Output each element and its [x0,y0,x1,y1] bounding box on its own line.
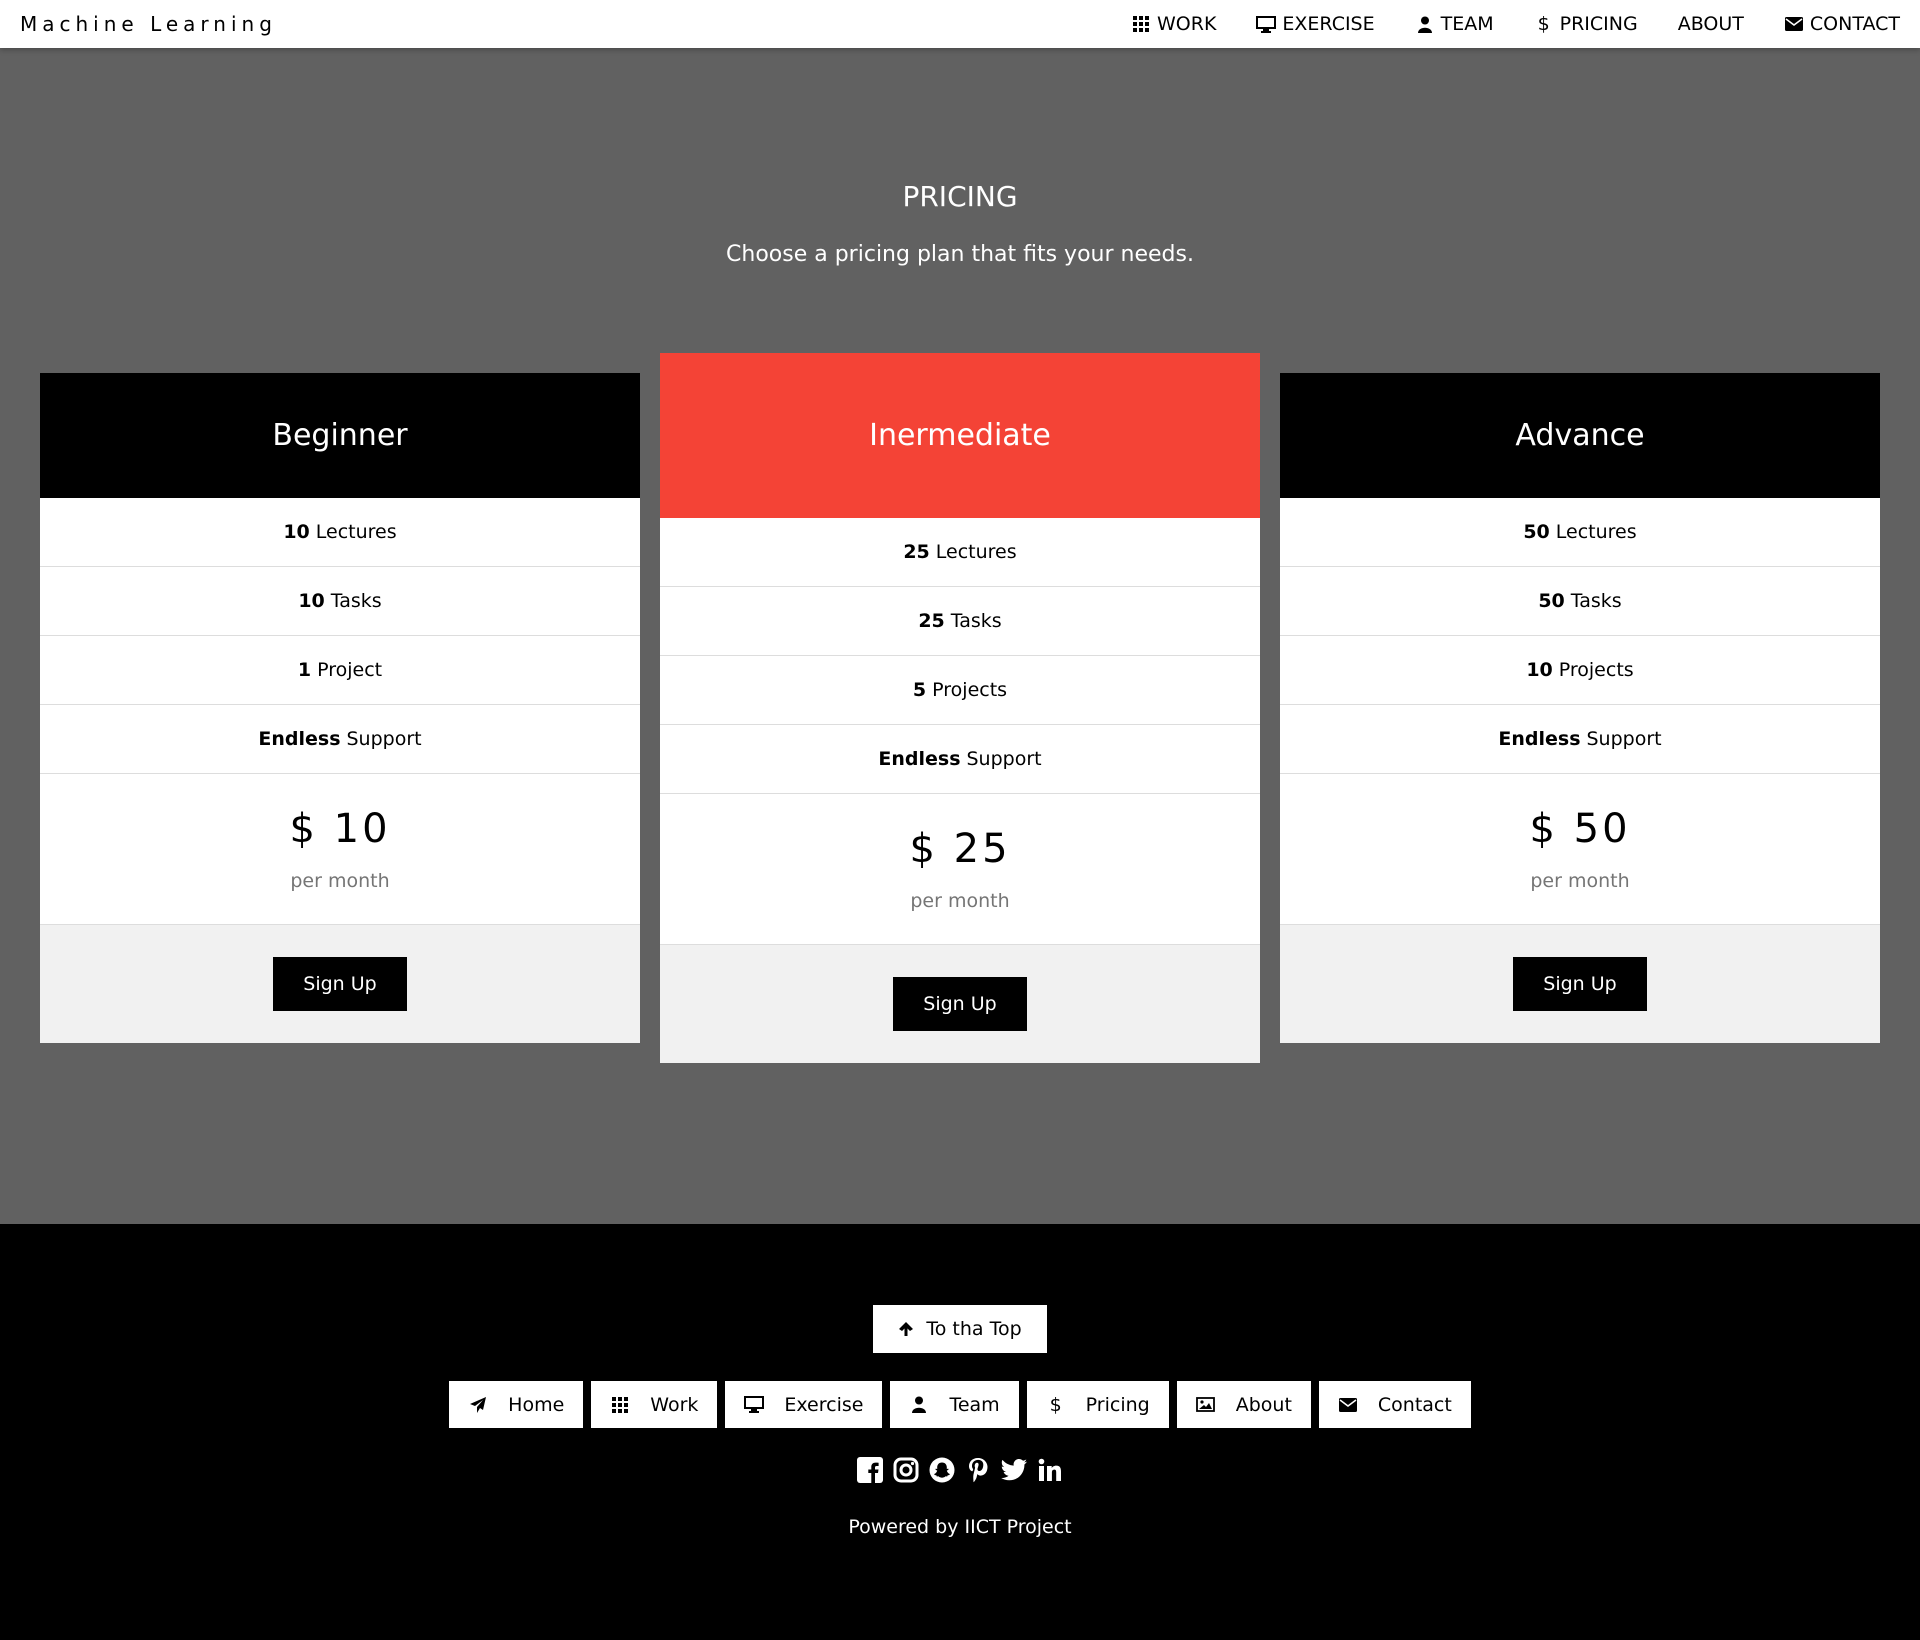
twitter-icon[interactable] [1000,1456,1028,1483]
plan-footer: Sign Up [1280,925,1880,1043]
powered-by: Powered by IICT Project [848,1516,1072,1538]
footer-work-label: Work [650,1393,699,1416]
nav-exercise[interactable]: EXERCISE [1256,13,1375,35]
pricing-title: PRICING [902,180,1018,213]
plan-price-box: $ 25 per month [660,794,1260,945]
footer-home-label: Home [508,1393,565,1416]
plan-name: Beginner [40,373,640,498]
arrow-up-icon [898,1321,914,1337]
pricing-subtitle: Choose a pricing plan that fits your nee… [726,242,1194,267]
facebook-icon[interactable] [857,1456,884,1483]
plan-feature: 50 Lectures [1280,498,1880,567]
plan-feature: 25 Tasks [660,587,1260,656]
nav-team-label: TEAM [1440,13,1494,35]
plan-feature: 10 Lectures [40,498,640,567]
nav-about[interactable]: ABOUT [1678,13,1744,35]
nav-team[interactable]: TEAM [1415,13,1494,35]
footer-team-label: Team [949,1393,1000,1416]
plan-feature: 10 Tasks [40,567,640,636]
nav-contact[interactable]: CONTACT [1784,13,1900,35]
footer-exercise-button[interactable]: Exercise [725,1381,883,1428]
plan-feature: 1 Project [40,636,640,705]
plan-period: per month [910,890,1010,912]
plan-name: Inermediate [660,353,1260,518]
footer-pricing-label: Pricing [1085,1393,1150,1416]
plan-feature: Endless Support [1280,705,1880,774]
footer-contact-label: Contact [1377,1393,1452,1416]
plan-feature: 25 Lectures [660,518,1260,587]
desktop-icon [1256,14,1277,34]
snapchat-icon[interactable] [929,1456,956,1483]
plan-feature: Endless Support [660,725,1260,794]
footer-exercise-label: Exercise [784,1393,864,1416]
footer-work-button[interactable]: Work [591,1381,718,1428]
plan-card-intermediate: Inermediate 25 Lectures 25 Tasks 5 Projects… [660,353,1260,1063]
nav-contact-label: CONTACT [1809,13,1900,35]
plan-feature: 5 Projects [660,656,1260,725]
signup-button[interactable]: Sign Up [1513,957,1647,1011]
top-navbar: Machine Learning WORK EXERCISE TEAM $ PR… [0,0,1920,48]
plan-period: per month [1530,870,1630,892]
footer-about-label: About [1235,1393,1292,1416]
paper-plane-icon [468,1395,488,1415]
user-icon [1415,14,1435,34]
plan-card-beginner: Beginner 10 Lectures 10 Tasks 1 Project End… [40,373,640,1043]
plan-price-box: $ 10 per month [40,774,640,925]
plan-period: per month [290,870,390,892]
plan-name: Advance [1280,373,1880,498]
envelope-icon [1784,14,1804,34]
envelope-icon [1338,1395,1358,1415]
plan-price: $ 25 [909,826,1011,872]
plan-footer: Sign Up [660,945,1260,1063]
desktop-icon [744,1395,765,1415]
to-top-button[interactable]: To tha Top [873,1305,1047,1353]
pinterest-icon[interactable] [965,1456,992,1483]
grid-icon [1131,14,1151,34]
footer-about-button[interactable]: About [1176,1381,1311,1428]
nav-exercise-label: EXERCISE [1282,13,1375,35]
nav-work[interactable]: WORK [1131,13,1216,35]
dollar-icon: $ [1049,1393,1062,1416]
footer-pricing-button[interactable]: $ Pricing [1026,1381,1169,1428]
plan-price: $ 10 [289,806,391,852]
plan-feature: 10 Projects [1280,636,1880,705]
to-top-label: To tha Top [926,1318,1022,1340]
linkedin-icon[interactable] [1037,1456,1064,1483]
nav-about-label: ABOUT [1677,13,1744,35]
footer-contact-button[interactable]: Contact [1318,1381,1471,1428]
plan-card-advance: Advance 50 Lectures 50 Tasks 10 Projects En… [1280,373,1880,1043]
user-icon [909,1395,929,1415]
footer-team-button[interactable]: Team [890,1381,1019,1428]
instagram-icon[interactable] [893,1456,920,1483]
nav-work-label: WORK [1157,13,1217,35]
footer-nav: Home Work Exercise Team $ Pricing About … [0,1381,1920,1428]
plan-footer: Sign Up [40,925,640,1043]
brand-title[interactable]: Machine Learning [20,12,277,36]
plan-feature: 50 Tasks [1280,567,1880,636]
nav-pricing[interactable]: $ PRICING [1534,13,1638,35]
signup-button[interactable]: Sign Up [273,957,407,1011]
signup-button[interactable]: Sign Up [893,977,1027,1031]
nav-pricing-label: PRICING [1559,13,1638,35]
grid-icon [610,1395,630,1415]
social-links [0,1456,1920,1483]
page-footer: To tha Top Home Work Exercise Team $ Pri… [0,1224,1920,1640]
plan-price: $ 50 [1529,806,1631,852]
footer-home-button[interactable]: Home [449,1381,584,1428]
plan-price-box: $ 50 per month [1280,774,1880,925]
nav-links: WORK EXERCISE TEAM $ PRICING ABOUT CONTA… [1091,0,1900,48]
image-icon [1196,1395,1216,1415]
plan-feature: Endless Support [40,705,640,774]
dollar-icon: $ [1537,13,1550,35]
